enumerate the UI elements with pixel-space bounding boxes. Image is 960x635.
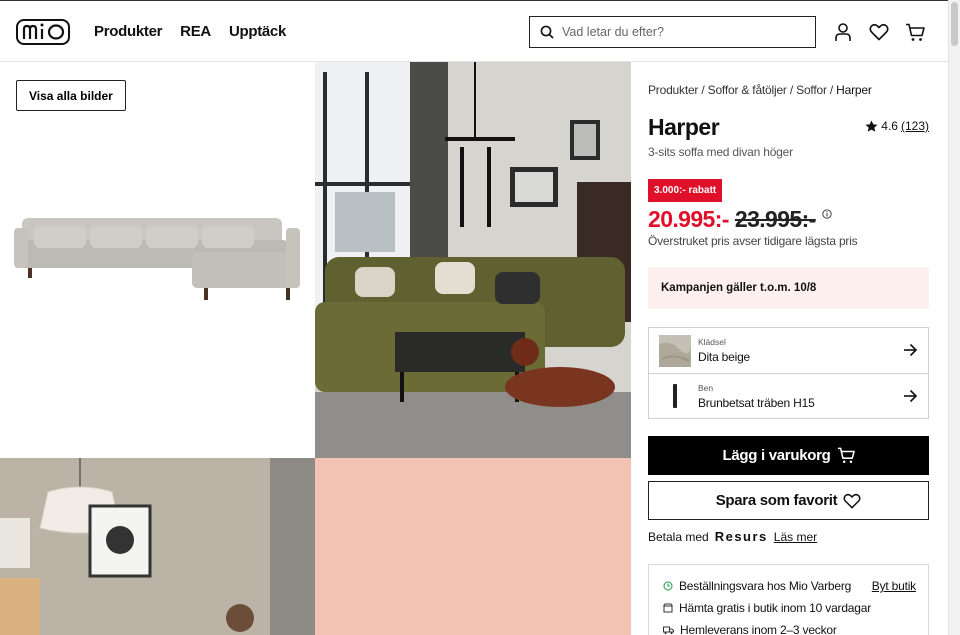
main-nav: Produkter REA Upptäck [94, 23, 286, 40]
campaign-banner: Kampanjen gäller t.o.m. 10/8 [648, 267, 929, 309]
header-actions [832, 21, 926, 43]
breadcrumb-current: Harper [836, 83, 872, 97]
pay-with-label: Betala med [648, 529, 709, 544]
delivery-box: Beställningsvara hos Mio Varberg Byt but… [648, 564, 929, 635]
fabric-swatch [659, 334, 691, 367]
leg-swatch [659, 380, 691, 412]
livingroom-image [315, 62, 631, 458]
rating-value: 4.6 [881, 119, 898, 133]
nav-upptack[interactable]: Upptäck [229, 23, 286, 40]
change-store-link[interactable]: Byt butik [872, 579, 916, 593]
home-delivery-text: Hemleverans inom 2–3 veckor [680, 623, 837, 635]
search-box[interactable] [529, 16, 816, 48]
original-price: 23.995:- [734, 206, 816, 232]
breadcrumb: Produkter / Soffor & fåtöljer / Soffor /… [648, 83, 872, 97]
sofa-image [14, 218, 300, 300]
delivery-row: Hämta gratis i butik inom 10 vardagar [663, 597, 916, 619]
gallery-image-lamp[interactable] [0, 458, 315, 635]
lamp-image [0, 458, 315, 635]
add-to-cart-label: Lägg i varukorg [722, 447, 831, 464]
star-icon [865, 120, 878, 132]
option-value: Brunbetsat träben H15 [698, 395, 815, 410]
discount-badge: 3.000:- rabatt [648, 179, 723, 202]
gallery-image-livingroom[interactable] [315, 62, 631, 458]
add-to-cart-button[interactable]: Lägg i varukorg [648, 436, 929, 475]
product-gallery: Visa alla bilder [0, 62, 631, 635]
save-favorite-button[interactable]: Spara som favorit [648, 481, 929, 520]
review-count-link[interactable]: (123) [901, 119, 929, 133]
product-options: Klädsel Dita beige Ben Brunbetsat träben… [648, 327, 929, 419]
read-more-link[interactable]: Läs mer [774, 530, 817, 544]
truck-icon [663, 626, 674, 635]
delivery-store-text: Beställningsvara hos Mio Varberg [679, 579, 852, 593]
product-rating: 4.6 (123) [865, 119, 929, 133]
resurs-logo: Resurs [714, 529, 768, 544]
breadcrumb-soffor-fatoljer[interactable]: Soffor & fåtöljer [708, 83, 787, 97]
site-header: Produkter REA Upptäck [0, 0, 948, 62]
user-icon[interactable] [832, 21, 854, 43]
store-icon [663, 603, 673, 613]
save-favorite-label: Spara som favorit [715, 492, 838, 509]
clock-icon [663, 581, 673, 591]
show-all-images-button[interactable]: Visa alla bilder [16, 80, 126, 111]
cart-icon[interactable] [904, 21, 926, 43]
nav-produkter[interactable]: Produkter [94, 23, 162, 40]
option-upholstery[interactable]: Klädsel Dita beige [649, 328, 928, 373]
option-label: Klädsel [698, 337, 726, 347]
gallery-image-color[interactable] [315, 458, 631, 635]
search-input[interactable] [562, 25, 792, 39]
heart-icon[interactable] [868, 21, 890, 43]
nav-rea[interactable]: REA [180, 23, 211, 40]
breadcrumb-produkter[interactable]: Produkter [648, 83, 698, 97]
heart-icon [843, 493, 861, 508]
payment-info: Betala med Resurs Läs mer [648, 529, 817, 544]
pickup-text: Hämta gratis i butik inom 10 vardagar [679, 601, 872, 615]
arrow-right-icon [904, 343, 918, 357]
gallery-image-sofa[interactable]: Visa alla bilder [0, 62, 315, 458]
delivery-row: Beställningsvara hos Mio Varberg Byt but… [663, 575, 916, 597]
info-icon[interactable] [822, 209, 832, 219]
arrow-right-icon [904, 389, 918, 403]
product-subtitle: 3-sits soffa med divan höger [648, 145, 793, 159]
search-icon [540, 25, 554, 39]
mio-logo[interactable] [16, 19, 70, 45]
option-label: Ben [698, 382, 714, 393]
option-legs[interactable]: Ben Brunbetsat träben H15 [649, 373, 928, 418]
current-price: 20.995:- [648, 206, 729, 232]
breadcrumb-soffor[interactable]: Soffor [796, 83, 827, 97]
cart-icon [837, 447, 855, 464]
option-value: Dita beige [698, 350, 751, 364]
delivery-row: Hemleverans inom 2–3 veckor [663, 619, 916, 635]
product-title: Harper [648, 114, 720, 140]
page-scrollbar[interactable] [948, 0, 960, 635]
scrollbar-thumb[interactable] [951, 2, 958, 46]
price-row: 20.995:- 23.995:- [648, 206, 832, 233]
price-note: Överstruket pris avser tidigare lägsta p… [648, 234, 858, 248]
